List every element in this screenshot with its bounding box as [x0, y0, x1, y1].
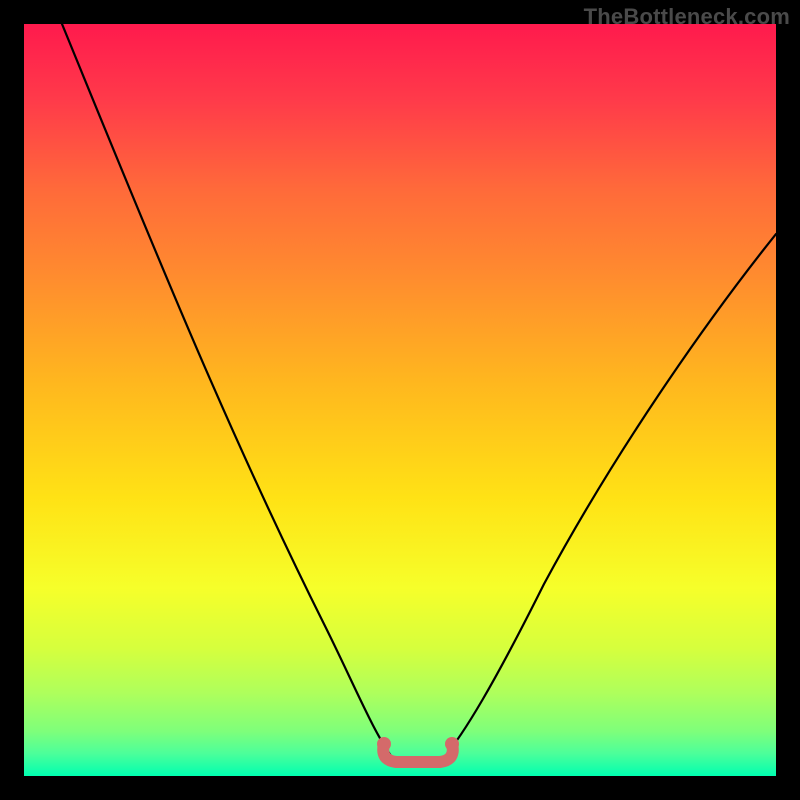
- watermark-text: TheBottleneck.com: [584, 4, 790, 30]
- optimal-region-left-dot: [377, 737, 391, 751]
- bottleneck-curve-path: [62, 24, 776, 760]
- bottleneck-chart: [24, 24, 776, 776]
- optimal-region-right-dot: [445, 737, 459, 751]
- optimal-region-marker: [383, 744, 453, 762]
- chart-plot-area: [24, 24, 776, 776]
